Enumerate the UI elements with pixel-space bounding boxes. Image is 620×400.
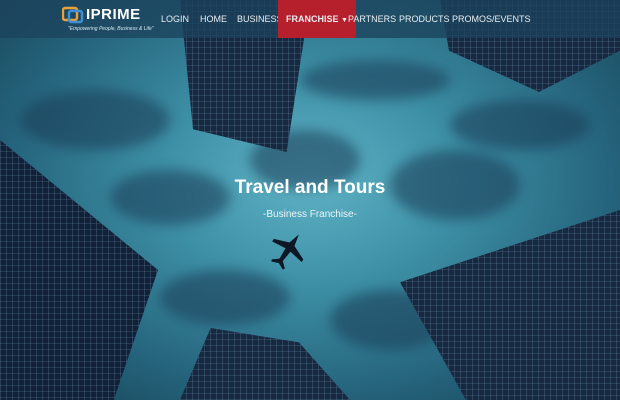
nav-partners[interactable]: PARTNERS [348,0,396,38]
building-bottom [180,328,350,400]
caret-down-icon: ▼ [341,17,348,24]
logo-icon [62,6,84,24]
nav-franchise[interactable]: FRANCHISE ▼ [278,0,356,38]
nav-login[interactable]: LOGIN [161,0,189,38]
building-right [400,210,620,400]
top-navbar: IPRIME "Empowering People, Business & Li… [0,0,620,38]
nav-business[interactable]: BUSINESS [237,0,283,38]
hero-title: Travel and Tours [234,177,386,198]
brand-logo[interactable]: IPRIME [86,6,141,23]
airplane-icon [271,234,304,270]
hero-subtitle: -Business Franchise- [263,209,357,220]
nav-products[interactable]: PRODUCTS [399,0,450,38]
hero-background [0,0,620,400]
nav-home[interactable]: HOME [200,0,227,38]
nav-franchise-label: FRANCHISE [286,14,339,24]
brand-tagline: "Empowering People, Business & Life" [68,26,154,32]
nav-promos-events[interactable]: PROMOS/EVENTS [452,0,531,38]
